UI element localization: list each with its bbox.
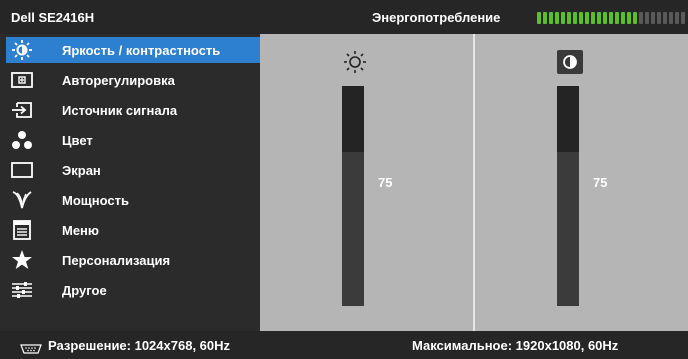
power-meter-segment xyxy=(537,12,541,24)
max-resolution: Максимальное: 1920x1080, 60Hz xyxy=(412,338,619,353)
color-icon xyxy=(6,127,38,153)
menu-icon xyxy=(6,217,38,243)
power-meter-segment xyxy=(615,12,619,24)
menu-item-label: Другое xyxy=(62,283,107,298)
power-meter-segment xyxy=(651,12,655,24)
power-meter-segment xyxy=(657,12,661,24)
other-icon xyxy=(6,277,38,303)
power-meter-segment xyxy=(621,12,625,24)
star-icon xyxy=(6,247,38,273)
contrast-panel: 75 xyxy=(475,34,688,331)
power-meter-segment xyxy=(567,12,571,24)
brightness-icon xyxy=(6,37,38,63)
menu-item-label: Авторегулировка xyxy=(62,73,175,88)
power-meter xyxy=(537,12,685,24)
vga-connector-icon xyxy=(20,341,42,359)
power-meter-segment xyxy=(663,12,667,24)
power-consumption-label: Энергопотребление xyxy=(372,10,501,25)
menu-item-brightness-contrast[interactable]: Яркость / контрастность xyxy=(6,37,260,63)
power-meter-segment xyxy=(549,12,553,24)
top-bar: Dell SE2416H Энергопотребление xyxy=(0,0,688,34)
osd-window: Dell SE2416H Энергопотребление Яркость /… xyxy=(0,0,688,359)
contrast-value: 75 xyxy=(593,175,608,190)
contrast-slider-remaining xyxy=(557,86,579,152)
power-meter-segment xyxy=(609,12,613,24)
brightness-slider[interactable] xyxy=(342,86,364,306)
power-meter-segment xyxy=(675,12,679,24)
model-name: Dell SE2416H xyxy=(11,10,95,25)
menu-item-auto-adjust[interactable]: Авторегулировка xyxy=(6,67,260,93)
menu-item-label: Цвет xyxy=(62,133,93,148)
power-icon xyxy=(6,187,38,213)
bottom-bar: Разрешение: 1024x768, 60Hz Максимальное:… xyxy=(0,331,688,359)
brightness-panel: 75 xyxy=(260,34,473,331)
menu-item-menu[interactable]: Меню xyxy=(6,217,260,243)
menu-item-input-source[interactable]: Источник сигнала xyxy=(6,97,260,123)
power-meter-segment xyxy=(639,12,643,24)
menu-item-other[interactable]: Другое xyxy=(6,277,260,303)
power-meter-segment xyxy=(645,12,649,24)
power-meter-segment xyxy=(633,12,637,24)
main-menu: Яркость / контрастность Авторегулировка … xyxy=(0,34,260,331)
display-icon xyxy=(6,157,38,183)
power-meter-segment xyxy=(543,12,547,24)
menu-item-label: Яркость / контрастность xyxy=(62,43,221,58)
power-meter-segment xyxy=(585,12,589,24)
menu-item-label: Мощность xyxy=(62,193,129,208)
power-meter-segment xyxy=(681,12,685,24)
power-meter-segment xyxy=(555,12,559,24)
menu-item-label: Источник сигнала xyxy=(62,103,178,118)
input-source-icon xyxy=(6,97,38,123)
power-meter-segment xyxy=(669,12,673,24)
menu-item-label: Меню xyxy=(62,223,100,238)
power-meter-segment xyxy=(579,12,583,24)
menu-item-power[interactable]: Мощность xyxy=(6,187,260,213)
current-resolution: Разрешение: 1024x768, 60Hz xyxy=(48,338,231,353)
sun-icon xyxy=(342,50,368,74)
menu-item-label: Персонализация xyxy=(62,253,171,268)
brightness-value: 75 xyxy=(378,175,393,190)
auto-adjust-icon xyxy=(6,67,38,93)
menu-item-color[interactable]: Цвет xyxy=(6,127,260,153)
menu-item-label: Экран xyxy=(62,163,101,178)
contrast-slider[interactable] xyxy=(557,86,579,306)
power-meter-segment xyxy=(603,12,607,24)
power-meter-segment xyxy=(627,12,631,24)
power-meter-segment xyxy=(597,12,601,24)
power-meter-segment xyxy=(573,12,577,24)
menu-item-personalize[interactable]: Персонализация xyxy=(6,247,260,273)
power-meter-segment xyxy=(561,12,565,24)
power-meter-segment xyxy=(591,12,595,24)
contrast-icon xyxy=(557,50,583,74)
menu-item-display[interactable]: Экран xyxy=(6,157,260,183)
brightness-slider-remaining xyxy=(342,86,364,152)
